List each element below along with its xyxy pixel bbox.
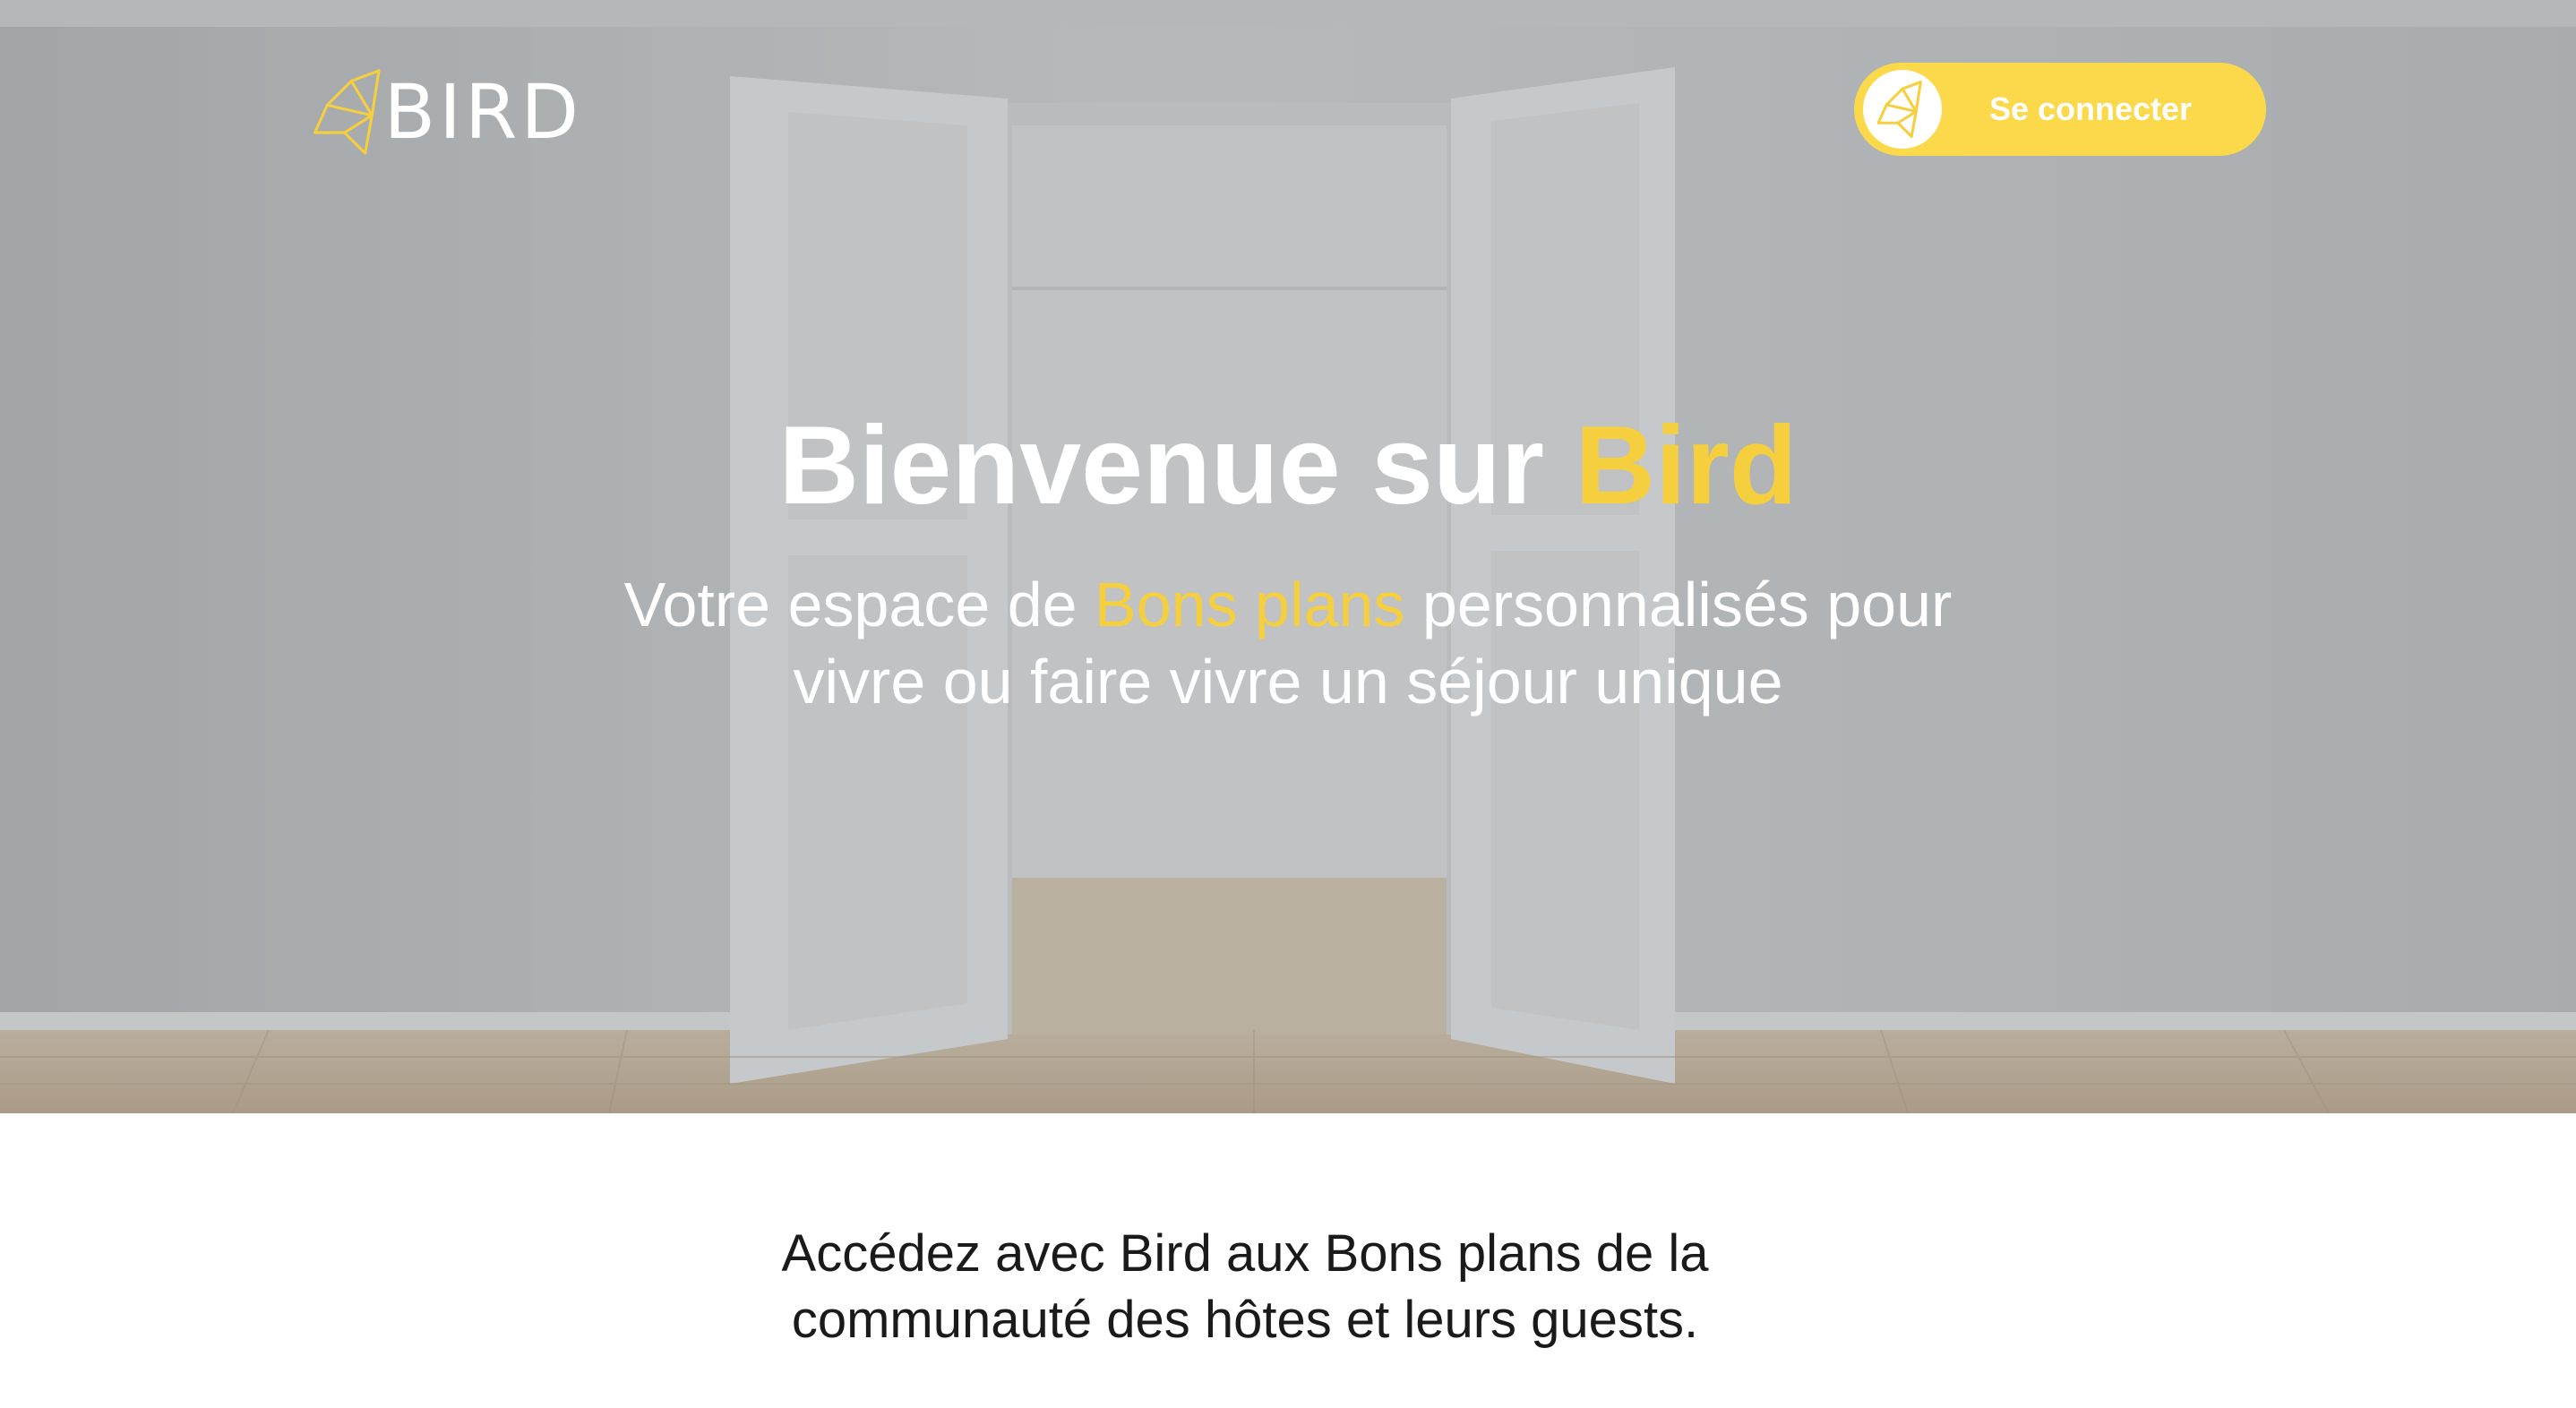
- intro-line2: communauté des hôtes et leurs guests.: [791, 1291, 1699, 1349]
- hero-subtitle-line2: vivre ou faire vivre un séjour unique: [793, 647, 1783, 717]
- hero-subtitle-line1: Votre espace de Bons plans personnalisés…: [482, 566, 2094, 643]
- subtitle-suffix: personnalisés pour: [1404, 570, 1953, 640]
- bird-logo[interactable]: BIRD: [313, 54, 582, 170]
- intro-line1: Accédez avec Bird aux Bons plans de la: [781, 1224, 1709, 1283]
- subtitle-prefix: Votre espace de: [623, 570, 1095, 640]
- hero-section: BIRD Se connecter Bienvenue sur Bird Vot…: [0, 0, 2576, 1113]
- login-label: Se connecter: [1988, 90, 2193, 127]
- subtitle-accent: Bons plans: [1095, 570, 1405, 640]
- logo-text: BIRD: [383, 68, 582, 156]
- hero-subtitle: Votre espace de Bons plans personnalisés…: [482, 566, 2094, 720]
- hero-title-prefix: Bienvenue sur: [778, 404, 1576, 528]
- login-avatar: [1863, 70, 1942, 149]
- origami-bird-icon: [1877, 81, 1922, 138]
- origami-bird-icon: [313, 69, 381, 155]
- hero-title: Bienvenue sur Bird: [0, 399, 2576, 533]
- login-button[interactable]: Se connecter: [1854, 63, 2266, 156]
- intro-text: Accédez avec Bird aux Bons plans de la c…: [699, 1221, 1791, 1353]
- hero-title-accent: Bird: [1575, 404, 1798, 528]
